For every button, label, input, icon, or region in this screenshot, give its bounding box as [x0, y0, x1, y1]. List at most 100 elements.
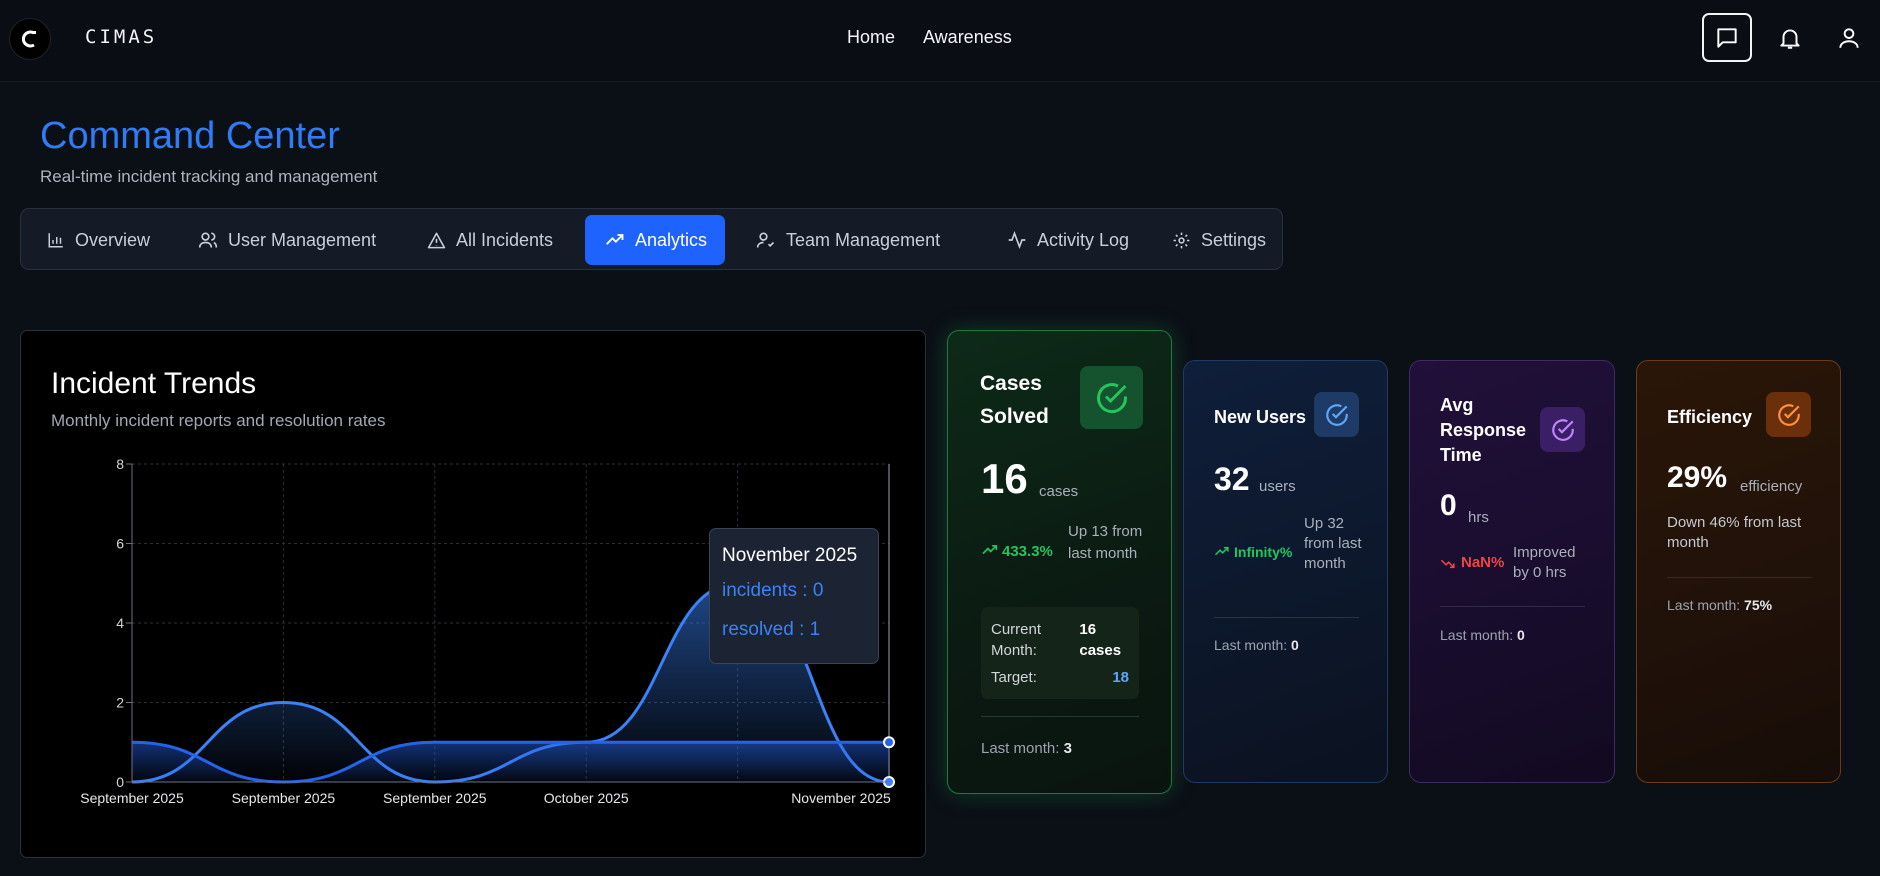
card-divider	[981, 716, 1139, 717]
tab-label: Overview	[75, 229, 151, 250]
last-month-value: 0	[1291, 637, 1299, 653]
tab-bar: Overview User Management All Incidents A…	[20, 208, 1283, 270]
card-change-text: Down 46% from last month	[1667, 514, 1802, 551]
card-change: NaN%	[1461, 554, 1505, 571]
incident-trends-card: Incident Trends Monthly incident reports…	[20, 330, 926, 858]
check-circle-icon	[1777, 403, 1800, 426]
last-month-value: 3	[1063, 740, 1072, 757]
trending-up-icon	[606, 234, 624, 245]
last-month-value: 75%	[1744, 597, 1773, 613]
last-month-label: Last month:	[1214, 637, 1288, 653]
card-last-month: Last month: 0	[1440, 627, 1525, 643]
card-unit: efficiency	[1740, 478, 1803, 495]
card-change-text: Up 13 from last month	[1068, 523, 1143, 562]
check-circle-icon	[1551, 418, 1574, 441]
bell-icon	[1780, 29, 1800, 49]
user-check-icon	[756, 232, 775, 248]
last-month-value: 0	[1517, 627, 1525, 643]
tab-user-management[interactable]: User Management	[178, 215, 396, 265]
nav-awareness-link[interactable]: Awareness	[923, 27, 1012, 48]
chat-button[interactable]	[1702, 13, 1752, 62]
chart-tooltip: November 2025 incidents : 0 resolved : 1	[709, 528, 879, 664]
x-tick-label: October 2025	[544, 790, 629, 806]
logo[interactable]	[9, 18, 51, 60]
card-last-month: Last month: 0	[1214, 637, 1299, 653]
resolved-active-point	[883, 736, 895, 749]
target-value: 18	[1112, 669, 1129, 686]
efficiency-card: Efficiency 29% efficiency Down 46% from …	[1636, 360, 1841, 783]
tab-settings[interactable]: Settings	[1152, 215, 1286, 265]
alert-triangle-icon	[427, 232, 446, 248]
card-title: Avg Response Time	[1440, 395, 1527, 465]
card-icon-box	[1766, 392, 1811, 437]
last-month-label: Last month:	[981, 740, 1060, 757]
message-icon	[1717, 27, 1737, 48]
user-icon	[1839, 28, 1859, 48]
tooltip-incidents: incidents : 0	[722, 580, 824, 601]
card-icon-box	[1080, 366, 1143, 429]
cases-solved-card: Cases Solved 16 cases 433.3% Up 13 from …	[947, 330, 1172, 794]
tab-analytics[interactable]: Analytics	[585, 215, 725, 265]
card-unit: hrs	[1468, 509, 1489, 526]
card-change-text: Up 32 from last month	[1304, 515, 1362, 572]
card-icon-box	[1314, 392, 1359, 437]
avg-response-card: Avg Response Time 0 hrs NaN% Improved by…	[1409, 360, 1615, 783]
card-change: Infinity%	[1234, 544, 1293, 560]
users-icon	[198, 232, 218, 248]
card-title: Cases Solved	[980, 372, 1049, 428]
logo-icon	[21, 30, 36, 48]
card-value: 32	[1214, 461, 1250, 497]
current-month-box: Current Month: 16 cases Target: 18	[981, 607, 1139, 699]
trending-down-icon	[1440, 559, 1455, 569]
y-tick-label: 2	[116, 695, 124, 711]
current-month-label: Current Month:	[991, 621, 1042, 659]
notifications-button[interactable]	[1772, 20, 1808, 56]
card-last-month: Last month: 3	[981, 740, 1072, 757]
tab-label: Team Management	[786, 229, 941, 250]
card-unit: cases	[1039, 483, 1079, 500]
x-tick-label: November 2025	[791, 790, 891, 806]
last-month-label: Last month:	[1667, 597, 1741, 613]
x-tick-label: September 2025	[80, 790, 184, 806]
check-circle-icon	[1325, 403, 1348, 426]
tab-label: Activity Log	[1037, 229, 1130, 250]
top-navbar: CIMAS Home Awareness	[0, 0, 1880, 82]
tooltip-resolved: resolved : 1	[722, 619, 821, 640]
profile-button[interactable]	[1831, 20, 1867, 56]
tab-activity-log[interactable]: Activity Log	[987, 215, 1149, 265]
card-change: 433.3%	[1002, 543, 1053, 560]
tab-label: Analytics	[635, 229, 708, 250]
nav-home-link[interactable]: Home	[847, 27, 895, 48]
brand-name: CIMAS	[85, 26, 158, 48]
card-change-text: Improved by 0 hrs	[1513, 544, 1576, 581]
card-title: New Users	[1214, 407, 1307, 427]
card-divider	[1214, 617, 1359, 618]
tab-label: All Incidents	[456, 229, 554, 250]
tab-team-management[interactable]: Team Management	[736, 215, 960, 265]
new-users-card: New Users 32 users Infinity% Up 32 from …	[1183, 360, 1388, 783]
y-tick-label: 4	[116, 615, 124, 631]
activity-icon	[1008, 230, 1026, 250]
last-month-label: Last month:	[1440, 627, 1514, 643]
x-tick-label: September 2025	[232, 790, 336, 806]
page-subtitle: Real-time incident tracking and manageme…	[40, 167, 378, 186]
tooltip-title: November 2025	[722, 545, 858, 566]
card-value: 16	[981, 455, 1028, 502]
y-tick-label: 6	[116, 536, 124, 552]
y-tick-label: 0	[116, 774, 124, 790]
card-last-month: Last month: 75%	[1667, 597, 1772, 613]
card-value: 0	[1440, 489, 1457, 522]
tab-overview[interactable]: Overview	[27, 215, 170, 265]
tab-all-incidents[interactable]: All Incidents	[407, 215, 573, 265]
card-divider	[1667, 577, 1812, 578]
trending-up-icon	[1214, 546, 1229, 556]
current-month-value: 16 cases	[1079, 621, 1122, 659]
y-tick-label: 8	[116, 456, 124, 472]
check-circle-icon	[1096, 382, 1127, 413]
tab-label: User Management	[228, 229, 377, 250]
target-label: Target:	[991, 669, 1037, 686]
gear-icon	[1173, 232, 1190, 248]
tab-label: Settings	[1201, 229, 1267, 250]
x-tick-label: September 2025	[383, 790, 487, 806]
trending-up-icon	[982, 544, 998, 555]
